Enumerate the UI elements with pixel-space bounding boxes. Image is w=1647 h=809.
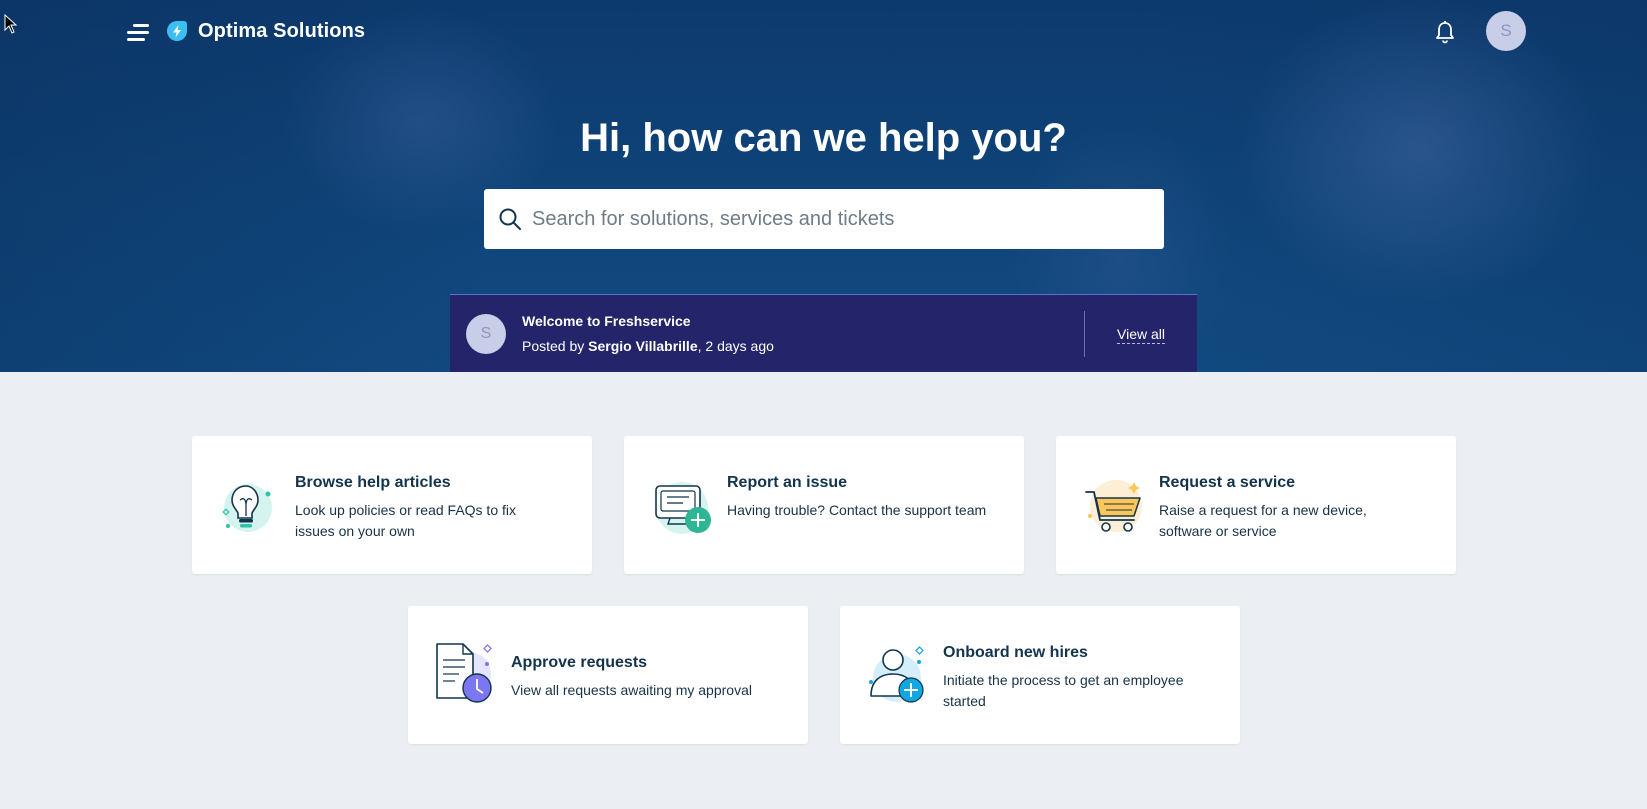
card-title: Report an issue [727, 474, 848, 491]
view-all-link[interactable]: View all [1117, 326, 1165, 344]
card-description: Look up policies or read FAQs to fix iss… [295, 502, 516, 539]
user-avatar[interactable]: S [1486, 11, 1526, 51]
card-title: Onboard new hires [943, 644, 1088, 661]
search-input[interactable] [532, 189, 1152, 249]
card-title: Approve requests [511, 654, 648, 671]
onboard-new-hires-card[interactable]: Onboard new hires Initiate the process t… [840, 606, 1240, 744]
card-description: Raise a request for a new device, softwa… [1159, 502, 1367, 539]
announcement-banner: S Welcome to Freshservice Posted by Serg… [450, 294, 1197, 372]
card-description: Initiate the process to get an employee … [943, 672, 1184, 709]
hero-title: Hi, how can we help you? [580, 116, 1067, 160]
lightbulb-icon [222, 484, 272, 532]
card-title: Request a service [1159, 474, 1296, 491]
search-bar[interactable] [484, 189, 1164, 249]
add-user-icon [869, 646, 924, 703]
bolt-logo-icon[interactable] [166, 20, 188, 42]
announcement-title[interactable]: Welcome to Freshservice [522, 313, 691, 329]
card-title: Browse help articles [295, 474, 451, 491]
announcement-author: Sergio Villabrille [588, 338, 698, 354]
report-an-issue-card[interactable]: Report an issue Having trouble? Contact … [624, 436, 1024, 574]
announcement-time: , 2 days ago [697, 338, 774, 354]
top-navigation-bar: Optima Solutions S [0, 0, 1647, 64]
approve-requests-card[interactable]: Approve requests View all requests await… [408, 606, 808, 744]
report-issue-icon [655, 482, 711, 534]
document-clock-icon [436, 643, 492, 703]
brand-name[interactable]: Optima Solutions [198, 20, 365, 43]
announcement-divider [1084, 311, 1085, 357]
card-description: View all requests awaiting my approval [511, 682, 752, 698]
search-icon [499, 208, 521, 230]
request-a-service-card[interactable]: Request a service Raise a request for a … [1056, 436, 1456, 574]
browse-help-articles-card[interactable]: Browse help articles Look up policies or… [192, 436, 592, 574]
announcement-avatar: S [466, 314, 506, 354]
card-description: Having trouble? Contact the support team [727, 502, 987, 518]
hamburger-menu-icon[interactable] [127, 22, 149, 42]
announcement-meta: Posted by Sergio Villabrille, 2 days ago [522, 338, 774, 354]
shopping-cart-icon [1085, 480, 1142, 532]
bell-icon[interactable] [1434, 20, 1456, 44]
mouse-cursor-icon [4, 14, 18, 34]
posted-by-label: Posted by [522, 338, 589, 354]
